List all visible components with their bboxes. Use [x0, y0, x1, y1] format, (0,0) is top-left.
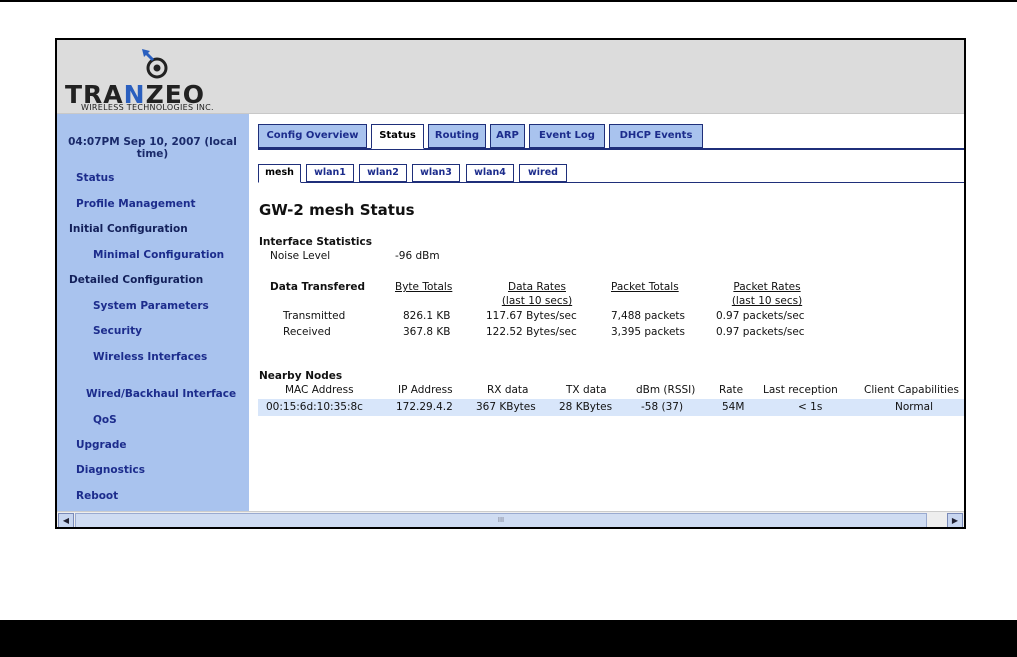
col-data-rates: Data Rates [508, 281, 566, 293]
sidebar-heading-detailed-configuration: Detailed Configuration [69, 274, 204, 286]
received-rate: 122.52 Bytes/sec [486, 326, 577, 338]
tab-config-overview[interactable]: Config Overview [258, 124, 367, 148]
tab-routing[interactable]: Routing [428, 124, 486, 148]
transmitted-label: Transmitted [283, 310, 346, 322]
local-time: 04:07PM Sep 10, 2007 (local time) [68, 136, 237, 160]
sidebar-item-qos[interactable]: QoS [93, 414, 117, 426]
scroll-right-icon[interactable]: ▶ [947, 513, 963, 527]
page-title: GW-2 mesh Status [259, 201, 415, 219]
node-rx: 367 KBytes [476, 401, 536, 413]
main-content: Config Overview Status Routing ARP Event… [249, 114, 964, 511]
brand-subtitle: WIRELESS TECHNOLOGIES INC. [81, 103, 214, 112]
subtab-wlan4[interactable]: wlan4 [466, 164, 514, 182]
tab-status[interactable]: Status [371, 124, 424, 149]
node-client-capabilities: Normal [895, 401, 933, 413]
page-footer-bar [0, 620, 1017, 657]
transmitted-rate: 117.67 Bytes/sec [486, 310, 577, 322]
subtab-mesh[interactable]: mesh [258, 164, 301, 183]
sidebar-item-minimal-configuration[interactable]: Minimal Configuration [93, 249, 224, 261]
subtab-wlan1[interactable]: wlan1 [306, 164, 354, 182]
transmitted-packets: 7,488 packets [611, 310, 686, 322]
tab-arp[interactable]: ARP [490, 124, 525, 148]
sidebar-heading-initial-configuration: Initial Configuration [69, 223, 188, 235]
tab-event-log[interactable]: Event Log [529, 124, 605, 148]
page-top-rule [0, 0, 1017, 2]
node-dbm: -58 (37) [641, 401, 684, 413]
sidebar-item-wired-backhaul-interface[interactable]: Wired/Backhaul Interface [86, 388, 236, 400]
noise-level-label: Noise Level [270, 250, 331, 262]
col-packet-rates: Packet Rates [733, 281, 801, 293]
horizontal-scrollbar[interactable]: ◀ III ▶ [57, 511, 964, 527]
nearby-nodes-heading: Nearby Nodes [259, 370, 343, 382]
scroll-thumb[interactable]: III [75, 513, 927, 527]
col-byte-totals: Byte Totals [395, 281, 453, 293]
sidebar-item-status[interactable]: Status [76, 172, 114, 184]
received-packet-rate: 0.97 packets/sec [716, 326, 805, 338]
transmitted-packet-rate: 0.97 packets/sec [716, 310, 805, 322]
col-dbm-rssi: dBm (RSSI) [636, 384, 696, 396]
node-last-reception: < 1s [798, 401, 823, 413]
subtab-wlan3[interactable]: wlan3 [412, 164, 460, 182]
node-mac: 00:15:6d:10:35:8c [266, 401, 363, 413]
sidebar-item-profile-management[interactable]: Profile Management [76, 198, 196, 210]
sidebar-item-reboot[interactable]: Reboot [76, 490, 118, 502]
col-rate: Rate [719, 384, 744, 396]
sidebar-item-wireless-interfaces[interactable]: Wireless Interfaces [93, 351, 207, 363]
node-rate: 54M [722, 401, 745, 413]
col-mac-address: MAC Address [285, 384, 354, 396]
col-last-reception: Last reception [763, 384, 838, 396]
sidebar-item-upgrade[interactable]: Upgrade [76, 439, 126, 451]
col-packet-rates-sub: (last 10 secs) [731, 295, 803, 307]
subtab-wlan2[interactable]: wlan2 [359, 164, 407, 182]
sidebar-item-security[interactable]: Security [93, 325, 142, 337]
sidebar-item-diagnostics[interactable]: Diagnostics [76, 464, 145, 476]
node-ip: 172.29.4.2 [396, 401, 453, 413]
browser-viewport: TRANZEO WIRELESS TECHNOLOGIES INC. 04:07… [55, 38, 966, 529]
antenna-logo-icon [142, 49, 168, 79]
sidebar-item-system-parameters[interactable]: System Parameters [93, 300, 209, 312]
transmitted-bytes: 826.1 KB [403, 310, 451, 322]
header-banner: TRANZEO WIRELESS TECHNOLOGIES INC. [57, 40, 964, 114]
node-tx: 28 KBytes [559, 401, 613, 413]
col-client-capabilities: Client Capabilities [864, 384, 959, 396]
sidebar: 04:07PM Sep 10, 2007 (local time) Status… [57, 114, 249, 511]
interface-statistics-heading: Interface Statistics [259, 236, 372, 248]
received-bytes: 367.8 KB [403, 326, 451, 338]
scroll-left-icon[interactable]: ◀ [58, 513, 74, 527]
interface-tab-bar: mesh wlan1 wlan2 wlan3 wlan4 wired [258, 164, 964, 183]
noise-level-value: -96 dBm [395, 250, 440, 262]
col-packet-totals: Packet Totals [611, 281, 679, 293]
received-packets: 3,395 packets [611, 326, 686, 338]
tab-dhcp-events[interactable]: DHCP Events [609, 124, 703, 148]
col-tx-data: TX data [566, 384, 607, 396]
subtab-wired[interactable]: wired [519, 164, 567, 182]
received-label: Received [283, 326, 331, 338]
data-transfered-label: Data Transfered [270, 281, 366, 293]
primary-tab-bar: Config Overview Status Routing ARP Event… [258, 124, 964, 150]
col-rx-data: RX data [487, 384, 529, 396]
col-ip-address: IP Address [398, 384, 453, 396]
col-data-rates-sub: (last 10 secs) [501, 295, 573, 307]
